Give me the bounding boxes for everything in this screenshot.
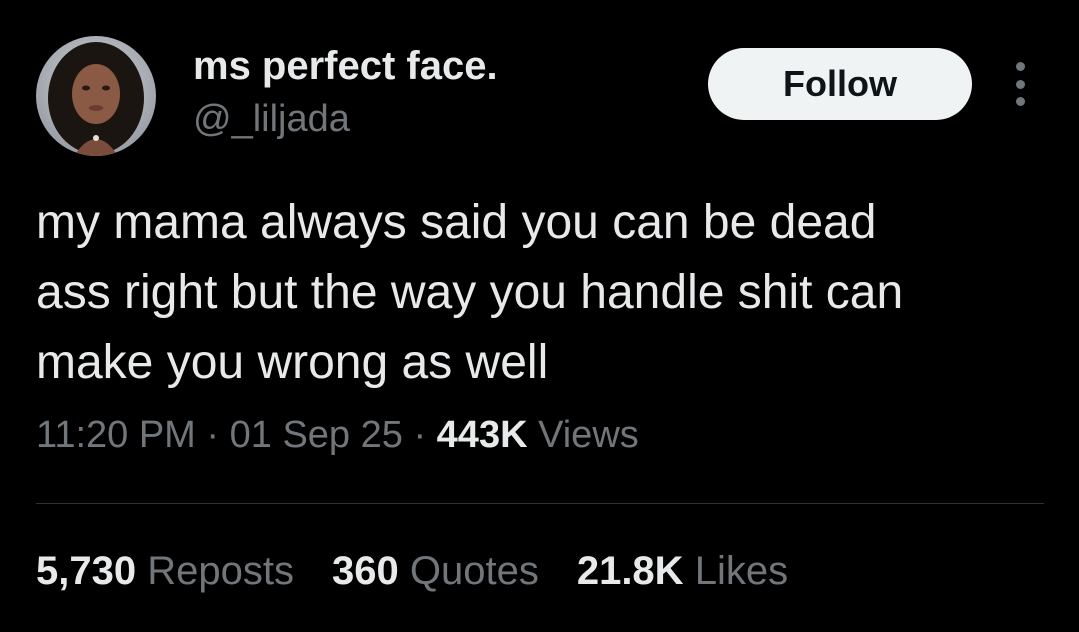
likes-count: 21.8K	[576, 549, 684, 593]
ellipsis-vertical-icon	[1015, 62, 1025, 71]
quotes-count: 360	[331, 549, 399, 593]
likes-label: Likes	[694, 549, 789, 593]
reposts-stat[interactable]: 5,730 Reposts	[36, 549, 294, 594]
avatar-image	[36, 36, 156, 156]
engagement-stats: 5,730 Reposts 360 Quotes 21.8K Likes	[36, 549, 826, 594]
views-count: 443K	[436, 414, 528, 456]
views-label: Views	[538, 414, 639, 456]
reposts-count: 5,730	[36, 549, 137, 593]
quotes-stat[interactable]: 360 Quotes	[332, 549, 539, 594]
author-handle[interactable]: @_liljada	[193, 98, 350, 141]
follow-button[interactable]: Follow	[708, 48, 972, 120]
meta-separator: ·	[206, 414, 220, 456]
ellipsis-vertical-icon	[1015, 97, 1025, 106]
tweet-time[interactable]: 11:20 PM	[36, 414, 196, 456]
reposts-label: Reposts	[147, 549, 294, 593]
tweet-text: my mama always said you can be dead ass …	[36, 188, 1056, 398]
avatar[interactable]	[36, 36, 156, 156]
ellipsis-vertical-icon	[1015, 79, 1025, 89]
tweet-card: ms perfect face. @_liljada Follow my mam…	[0, 0, 1079, 632]
author-name[interactable]: ms perfect face.	[193, 44, 498, 89]
tweet-text-line: my mama always said you can be dead	[36, 196, 877, 249]
meta-separator: ·	[413, 414, 427, 456]
divider	[36, 503, 1044, 504]
tweet-text-line: ass right but the way you handle shit ca…	[36, 266, 904, 319]
likes-stat[interactable]: 21.8K Likes	[577, 549, 788, 594]
more-options-button[interactable]	[1000, 62, 1040, 106]
tweet-date[interactable]: 01 Sep 25	[230, 414, 403, 456]
quotes-label: Quotes	[409, 549, 539, 593]
tweet-meta: 11:20 PM · 01 Sep 25 · 443K Views	[36, 414, 639, 457]
tweet-text-line: make you wrong as well	[36, 336, 549, 389]
